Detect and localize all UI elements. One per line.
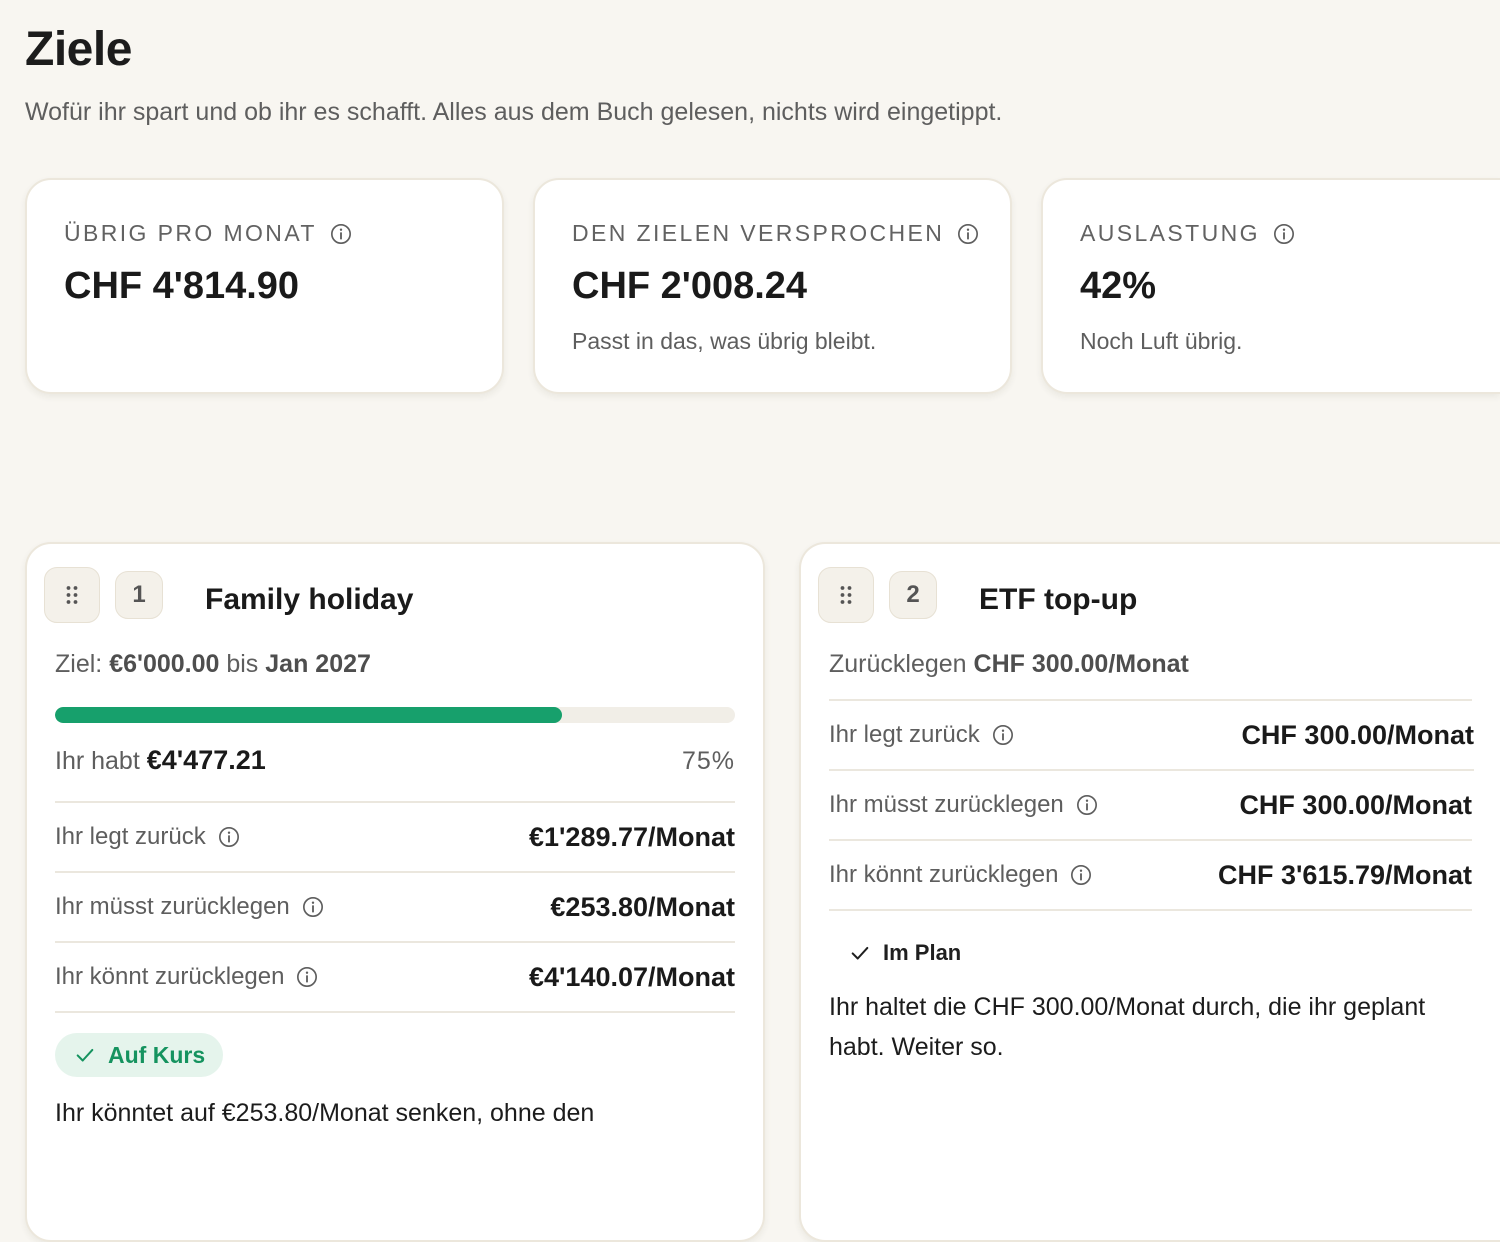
goal-plan-prefix: Zurücklegen <box>829 650 974 678</box>
metric-label: Ihr müsst zurücklegen <box>829 791 1098 819</box>
metric-row: Ihr könnt zurücklegen €4'140.07/Monat <box>55 943 735 1013</box>
status-label: Auf Kurs <box>108 1041 206 1068</box>
stat-label: Übrig pro Monat <box>64 220 502 247</box>
metric-label: Ihr müsst zurücklegen <box>55 893 324 921</box>
metric-value: CHF 300.00/Monat <box>1239 789 1472 820</box>
goal-title: ETF top-up <box>979 583 1138 616</box>
metric-row: Ihr könnt zurücklegen CHF 3'615.79/Monat <box>829 841 1472 911</box>
metric-row: Ihr müsst zurücklegen CHF 300.00/Monat <box>829 771 1472 841</box>
metric-label-text: Ihr müsst zurücklegen <box>829 791 1064 818</box>
stat-label: Auslastung <box>1080 220 1500 247</box>
stat-label-text: Übrig pro Monat <box>64 220 317 246</box>
metric-label: Ihr legt zurück <box>55 823 240 851</box>
goal-target-date: Jan 2027 <box>265 650 371 678</box>
stat-label: Den Zielen versprochen <box>572 220 1010 247</box>
info-icon[interactable] <box>1076 794 1098 816</box>
goal-target: Ziel: €6'000.00 bis Jan 2027 <box>55 650 735 679</box>
metric-label: Ihr könnt zurücklegen <box>829 861 1092 889</box>
stat-card-auslastung: Auslastung 42% Noch Luft übrig. <box>1041 178 1500 394</box>
goal-title: Family holiday <box>205 583 414 616</box>
page-subtitle: Wofür ihr spart und ob ihr es schafft. A… <box>25 98 1003 126</box>
metric-label-text: Ihr könnt zurücklegen <box>829 861 1059 888</box>
info-icon[interactable] <box>302 896 324 918</box>
metric-value: €4'140.07/Monat <box>528 961 735 992</box>
goal-target-prefix: Ziel: <box>55 650 110 678</box>
metric-value: CHF 300.00/Monat <box>1241 719 1474 750</box>
status-badge: Im Plan <box>849 935 1472 971</box>
stat-value: CHF 4'814.90 <box>64 265 300 307</box>
goal-card-etf-top-up: 2 ETF top-up Zurücklegen CHF 300.00/Mona… <box>799 542 1500 1242</box>
drag-handle-icon[interactable] <box>818 567 874 623</box>
metric-label: Ihr legt zurück <box>829 721 1014 749</box>
goal-header: 2 ETF top-up <box>818 566 1472 624</box>
goal-description: Ihr könntet auf €253.80/Monat senken, oh… <box>55 1099 595 1127</box>
info-icon[interactable] <box>218 826 240 848</box>
goal-number: 1 <box>115 571 163 619</box>
stat-label-text: Den Zielen versprochen <box>572 220 945 246</box>
page-title: Ziele <box>25 23 132 76</box>
goal-description: Ihr haltet die CHF 300.00/Monat durch, d… <box>829 993 1426 1061</box>
drag-handle-icon[interactable] <box>44 567 100 623</box>
metric-label-text: Ihr müsst zurücklegen <box>55 893 290 920</box>
progress-fill <box>55 707 562 723</box>
have-prefix: Ihr habt <box>55 747 147 775</box>
metric-row: Ihr müsst zurücklegen €253.80/Monat <box>55 873 735 943</box>
info-icon[interactable] <box>1070 864 1092 886</box>
goal-card-family-holiday: 1 Family holiday Ziel: €6'000.00 bis Jan… <box>25 542 765 1242</box>
stat-card-versprochen: Den Zielen versprochen CHF 2'008.24 Pass… <box>533 178 1012 394</box>
goal-plan-amount: CHF 300.00/Monat <box>973 650 1189 678</box>
stat-card-uebrig: Übrig pro Monat CHF 4'814.90 <box>25 178 504 394</box>
metric-row: Ihr legt zurück €1'289.77/Monat <box>55 803 735 873</box>
metric-row: Ihr legt zurück CHF 300.00/Monat <box>829 701 1474 771</box>
stat-note: Noch Luft übrig. <box>1080 328 1243 354</box>
metric-label-text: Ihr könnt zurücklegen <box>55 963 285 990</box>
goal-header: 1 Family holiday <box>44 566 735 624</box>
metric-value: €253.80/Monat <box>550 891 735 922</box>
have-row: Ihr habt €4'477.21 75% <box>55 723 735 803</box>
have-amount: €4'477.21 <box>146 745 266 775</box>
goal-number: 2 <box>889 571 937 619</box>
metric-value: CHF 3'615.79/Monat <box>1218 859 1472 890</box>
info-icon[interactable] <box>957 223 979 245</box>
status-badge: Auf Kurs <box>55 1033 224 1077</box>
progress-percent: 75% <box>681 747 735 775</box>
goal-target-mid: bis <box>219 650 266 678</box>
check-icon <box>851 946 869 960</box>
info-icon[interactable] <box>330 223 352 245</box>
stat-label-text: Auslastung <box>1080 220 1260 246</box>
stat-value: CHF 2'008.24 <box>572 265 808 307</box>
info-icon[interactable] <box>296 966 318 988</box>
metric-label-text: Ihr legt zurück <box>829 721 980 748</box>
progress-bar <box>55 707 735 723</box>
metric-label-text: Ihr legt zurück <box>55 823 206 850</box>
metric-value: €1'289.77/Monat <box>528 821 735 852</box>
check-icon <box>76 1048 94 1062</box>
goal-plan: Zurücklegen CHF 300.00/Monat <box>829 650 1472 679</box>
stat-note: Passt in das, was übrig bleibt. <box>572 328 877 354</box>
stat-value: 42% <box>1080 265 1157 307</box>
info-icon[interactable] <box>1273 223 1295 245</box>
status-label: Im Plan <box>883 940 962 965</box>
have-text: Ihr habt €4'477.21 <box>55 745 266 776</box>
goal-target-amount: €6'000.00 <box>109 650 220 678</box>
info-icon[interactable] <box>992 724 1014 746</box>
metric-label: Ihr könnt zurücklegen <box>55 963 318 991</box>
